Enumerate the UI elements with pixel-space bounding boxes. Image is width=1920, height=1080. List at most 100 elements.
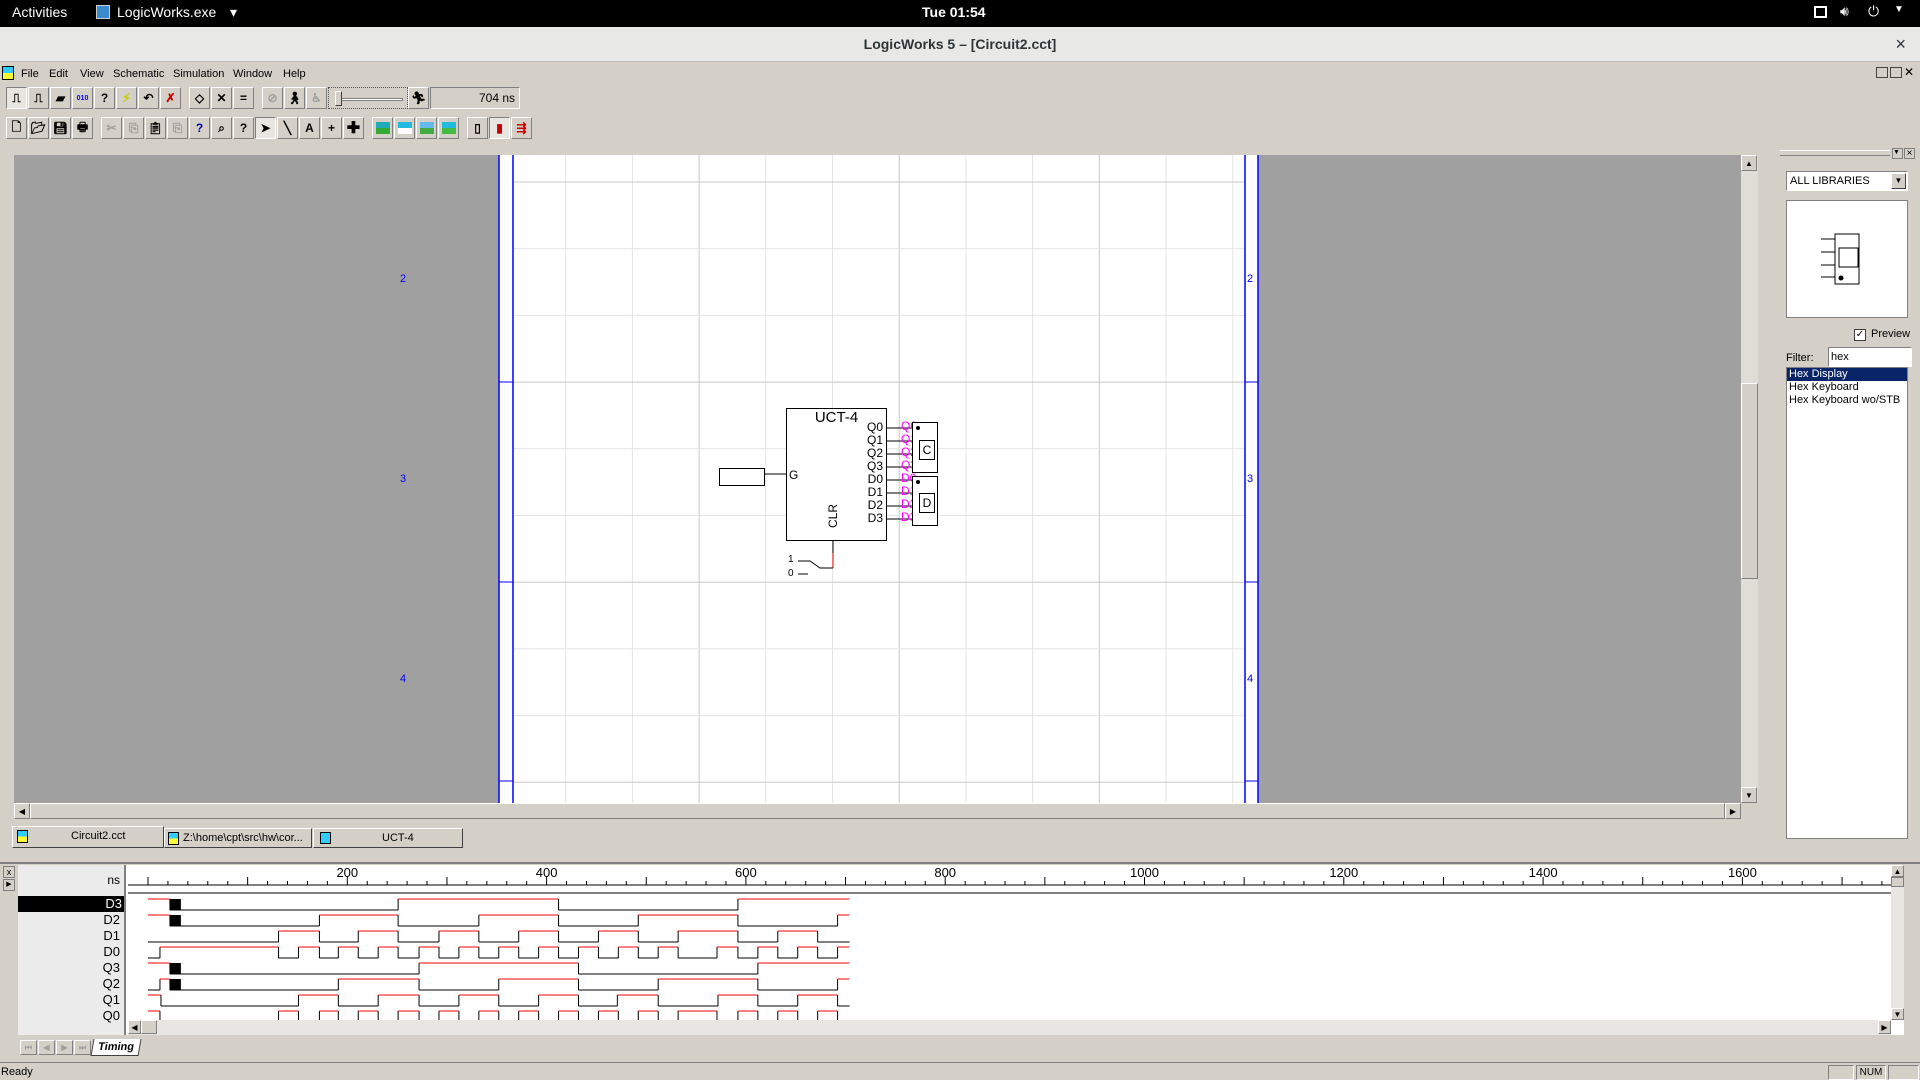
last-sheet-button[interactable]: ⏭ [74,1040,91,1055]
device-icon[interactable]: ▯ [467,117,488,139]
tab-uct4[interactable]: UCT-4 [313,828,463,848]
preview-checkbox[interactable]: ✓ [1854,329,1866,341]
menu-edit[interactable]: Edit [49,68,68,80]
image-icon[interactable] [438,117,459,139]
app-doc-icon[interactable] [2,66,14,80]
volume-icon[interactable]: 🔊︎ [1840,3,1849,20]
scroll-up-button[interactable]: ▲ [1741,155,1757,171]
menu-schematic[interactable]: Schematic [113,68,164,80]
uct4-device[interactable]: UCT-4 G CLR Q0 Q1 Q2 Q3 D0 D1 D2 D3 [786,408,887,541]
run-button[interactable]: 🏃︎ [408,87,429,109]
menu-window[interactable]: Window [233,68,272,80]
menu-file[interactable]: File [21,68,39,80]
timing-waveforms[interactable]: 200 400 600 800 1000 1200 1400 1600 [128,865,1904,1035]
paste-icon[interactable]: 📋︎ [145,117,166,139]
signal-name-d3[interactable]: D3 [18,896,124,912]
signal-name-d2[interactable]: D2 [22,912,122,928]
mdi-minimize-button[interactable] [1876,67,1888,78]
app-menu[interactable]: LogicWorks.exe [117,4,216,20]
scroll-right-button[interactable]: ▶ [1878,1020,1891,1034]
cut-icon[interactable]: ✂ [101,117,122,139]
library-select[interactable]: ALL LIBRARIES ▼ [1786,171,1908,191]
image-icon[interactable] [372,117,393,139]
delete-pin-button[interactable]: ✗ [160,87,181,109]
walk-button[interactable]: 🚶︎ [284,87,305,109]
slider-thumb[interactable] [335,91,342,106]
random-button[interactable]: ? [94,87,115,109]
panel-menu-icon[interactable]: ▼ [1892,148,1903,159]
timing-vertical-scrollbar[interactable]: ▲ ▼ [1891,865,1904,1020]
scroll-up-button[interactable]: ▲ [1891,865,1904,877]
print-icon[interactable]: 🖶 [72,117,93,139]
menu-help[interactable]: Help [283,68,306,80]
hex-display-2[interactable]: D [912,476,938,526]
paste-special-icon[interactable]: ⎘ [167,117,188,139]
signal-name-d1[interactable]: D1 [22,928,122,944]
scroll-right-button[interactable]: ▶ [1725,803,1741,819]
menu-simulation[interactable]: Simulation [173,68,224,80]
clock[interactable]: Tue 01:54 [922,4,986,20]
undo-icon[interactable]: ↶ [138,87,159,109]
timing-expand-icon[interactable]: ▶ [3,879,15,891]
tab-timing[interactable]: Timing [90,1039,142,1056]
network-icon[interactable]: ⇶ [511,117,532,139]
context-help-icon[interactable]: ? [233,117,254,139]
lightning-icon[interactable]: ⚡︎ [116,87,137,109]
window-icon[interactable] [1814,6,1827,18]
scroll-thumb[interactable] [141,1020,157,1034]
panel-grip[interactable] [1780,150,1890,156]
image-icon[interactable] [394,117,415,139]
tab-library-path[interactable]: Z:\home\cpt\src\hw\cor... [164,828,312,848]
mdi-close-button[interactable]: ✕ [1904,65,1914,79]
signal-name-q0[interactable]: Q0 [22,1008,122,1024]
power-icon[interactable]: ⏻ [1868,3,1879,20]
list-item[interactable]: Hex Keyboard [1787,381,1907,394]
next-sheet-button[interactable]: ▶ [56,1040,73,1055]
equals-button[interactable]: = [233,87,254,109]
horizontal-scrollbar[interactable]: ◀ ▶ [14,803,1741,819]
prev-sheet-button[interactable]: ◀ [38,1040,55,1055]
scroll-thumb[interactable] [30,803,1725,819]
open-folder-icon[interactable]: 📂︎ [28,117,49,139]
hex-display-1[interactable]: C [912,422,938,473]
signal-name-q1[interactable]: Q1 [22,992,122,1008]
scroll-down-button[interactable]: ▼ [1741,787,1757,803]
zoom-icon[interactable]: ⌕ [211,117,232,139]
tab-circuit2[interactable]: Circuit2.cct [12,826,164,848]
resize-grip-icon[interactable] [1888,1065,1919,1080]
trace-button[interactable]: ⎍ [28,87,49,109]
chevron-down-icon[interactable]: ▼ [1891,173,1906,189]
menu-view[interactable]: View [80,68,104,80]
copy-icon[interactable]: ⎘ [123,117,144,139]
list-item[interactable]: Hex Display [1787,368,1907,381]
signal-name-q3[interactable]: Q3 [22,960,122,976]
scroll-left-button[interactable]: ◀ [128,1020,141,1034]
help-icon[interactable]: ? [189,117,210,139]
mdi-restore-button[interactable] [1890,67,1902,78]
panel-close-icon[interactable]: × [1904,148,1915,159]
close-icon[interactable]: × [1895,27,1906,62]
timing-close-icon[interactable]: x [3,866,15,878]
clock-source[interactable] [719,468,765,486]
step-button[interactable]: ♿︎ [306,87,327,109]
schematic-canvas[interactable]: 2 3 4 2 3 4 UCT-4 G CLR Q0 Q1 Q2 Q3 D0 D1 D2 D3… [14,155,1741,803]
probe-button[interactable]: ▰ [50,87,71,109]
scroll-down-button[interactable]: ▼ [1891,1008,1904,1020]
text-icon[interactable]: A [299,117,320,139]
plus-icon[interactable]: ✚ [343,117,364,139]
list-item[interactable]: Hex Keyboard wo/STB [1787,394,1907,407]
pointer-icon[interactable]: ➤ [255,117,276,139]
save-icon[interactable]: 💾︎ [50,117,71,139]
scroll-thumb[interactable] [1891,877,1904,887]
crosshair-icon[interactable]: + [321,117,342,139]
image-icon[interactable] [416,117,437,139]
binary-button[interactable]: 010 [72,87,93,109]
timing-horizontal-scrollbar[interactable]: ◀ ▶ [128,1020,1891,1035]
chevron-down-icon[interactable]: ▼ [1894,4,1904,15]
filter-input[interactable] [1828,347,1912,367]
scroll-thumb[interactable] [1741,383,1758,579]
scroll-left-button[interactable]: ◀ [14,803,30,819]
first-sheet-button[interactable]: ⏮ [20,1040,37,1055]
speed-slider[interactable] [328,87,408,109]
signal-name-d0[interactable]: D0 [22,944,122,960]
